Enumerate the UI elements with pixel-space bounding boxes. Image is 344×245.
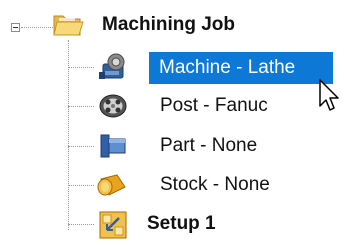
tree-connector-root [21, 27, 53, 28]
tree-item-machine[interactable]: Machine - Lathe [149, 52, 333, 84]
post-processor-icon [99, 94, 127, 118]
root-label: Machining Job [102, 14, 235, 35]
post-label: Post - Fanuc [160, 95, 268, 116]
tree-connector-4 [68, 185, 94, 186]
tree-connector-vertical [68, 40, 69, 230]
setup-icon [99, 211, 127, 239]
tree-connector-2 [68, 106, 94, 107]
stock-label: Stock - None [160, 174, 270, 195]
folder-icon [53, 15, 84, 36]
part-label: Part - None [160, 135, 258, 156]
tree-connector-3 [68, 146, 94, 147]
stock-icon [97, 174, 126, 196]
machining-tree: Machining Job Machine - Lathe Post - Fan… [0, 0, 344, 245]
setup-label: Setup 1 [147, 213, 216, 234]
mouse-cursor-icon [319, 79, 339, 111]
tree-connector-1 [68, 67, 94, 68]
part-icon [100, 134, 126, 158]
lathe-machine-icon [99, 53, 125, 79]
machine-label: Machine - Lathe [159, 57, 296, 78]
tree-connector-5 [68, 224, 94, 225]
collapse-toggle[interactable] [11, 23, 20, 32]
